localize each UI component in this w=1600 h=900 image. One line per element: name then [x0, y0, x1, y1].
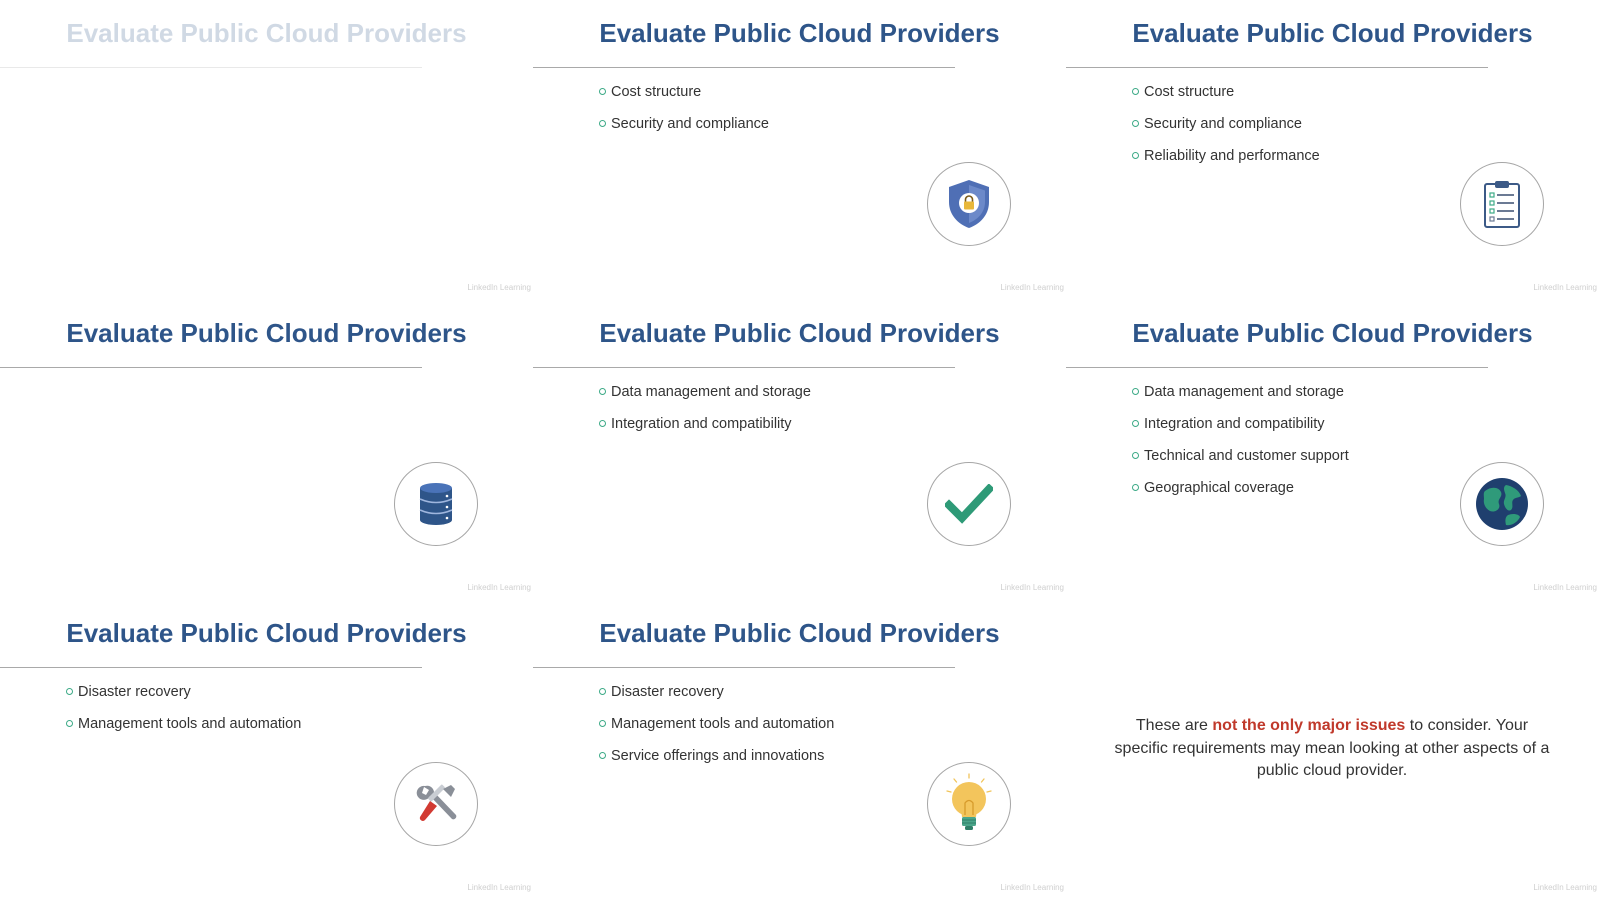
- closing-text-before: These are: [1135, 717, 1213, 734]
- bullet-item: Security and compliance: [599, 114, 769, 146]
- tools-icon: [394, 762, 478, 846]
- database-icon: [394, 462, 478, 546]
- slide-panel-6[interactable]: Evaluate Public Cloud Providers Data man…: [1066, 300, 1599, 600]
- bullet-list: Disaster recovery Management tools and a…: [66, 682, 301, 746]
- slide-title: Evaluate Public Cloud Providers: [599, 618, 1000, 648]
- slide-panel-5[interactable]: Evaluate Public Cloud Providers Data man…: [533, 300, 1066, 600]
- slide-title: Evaluate Public Cloud Providers: [599, 18, 1000, 48]
- title-divider: [533, 67, 955, 68]
- closing-highlight: not the only major issues: [1212, 717, 1406, 734]
- bullet-item: Disaster recovery: [599, 682, 834, 714]
- title-divider: [533, 667, 955, 668]
- slide-title: Evaluate Public Cloud Providers: [1132, 318, 1533, 348]
- slide-panel-8[interactable]: Evaluate Public Cloud Providers Disaster…: [533, 600, 1066, 900]
- title-divider: [533, 367, 955, 368]
- watermark: LinkedIn Learning: [1000, 283, 1064, 292]
- bullet-list: Cost structure Security and compliance R…: [1132, 82, 1320, 178]
- shield-lock-icon: [927, 162, 1011, 246]
- slide-panel-7[interactable]: Evaluate Public Cloud Providers Disaster…: [0, 600, 533, 900]
- bullet-item: Security and compliance: [1132, 114, 1320, 146]
- title-divider: [1066, 67, 1488, 68]
- bullet-item: Data management and storage: [599, 382, 811, 414]
- bullet-item: Management tools and automation: [66, 714, 301, 746]
- bullet-item: Cost structure: [599, 82, 769, 114]
- slide-panel-3[interactable]: Evaluate Public Cloud Providers Cost str…: [1066, 0, 1599, 300]
- slide-title: Evaluate Public Cloud Providers: [66, 18, 467, 48]
- bullet-list: Data management and storage Integration …: [599, 382, 811, 446]
- bullet-item: Service offerings and innovations: [599, 746, 834, 778]
- watermark: LinkedIn Learning: [1000, 883, 1064, 892]
- watermark: LinkedIn Learning: [1533, 883, 1597, 892]
- bullet-item: Disaster recovery: [66, 682, 301, 714]
- watermark: LinkedIn Learning: [467, 583, 531, 592]
- slide-grid: Evaluate Public Cloud Providers LinkedIn…: [0, 0, 1600, 900]
- checkmark-icon: [927, 462, 1011, 546]
- slide-title: Evaluate Public Cloud Providers: [66, 618, 467, 648]
- slide-panel-2[interactable]: Evaluate Public Cloud Providers Cost str…: [533, 0, 1066, 300]
- watermark: LinkedIn Learning: [467, 283, 531, 292]
- watermark: LinkedIn Learning: [467, 883, 531, 892]
- bullet-item: Technical and customer support: [1132, 446, 1349, 478]
- slide-panel-9[interactable]: These are not the only major issues to c…: [1066, 600, 1599, 900]
- slide-title: Evaluate Public Cloud Providers: [66, 318, 467, 348]
- lightbulb-icon: [927, 762, 1011, 846]
- title-divider: [0, 367, 422, 368]
- bullet-item: Data management and storage: [1132, 382, 1349, 414]
- bullet-item: Management tools and automation: [599, 714, 834, 746]
- closing-note: These are not the only major issues to c…: [1112, 715, 1552, 783]
- slide-title: Evaluate Public Cloud Providers: [599, 318, 1000, 348]
- slide-panel-1[interactable]: Evaluate Public Cloud Providers LinkedIn…: [0, 0, 533, 300]
- bullet-list: Disaster recovery Management tools and a…: [599, 682, 834, 778]
- slide-title: Evaluate Public Cloud Providers: [1132, 18, 1533, 48]
- watermark: LinkedIn Learning: [1000, 583, 1064, 592]
- clipboard-checklist-icon: [1460, 162, 1544, 246]
- title-divider: [1066, 367, 1488, 368]
- bullet-item: Geographical coverage: [1132, 478, 1349, 510]
- bullet-list: Data management and storage Integration …: [1132, 382, 1349, 510]
- globe-icon: [1460, 462, 1544, 546]
- watermark: LinkedIn Learning: [1533, 583, 1597, 592]
- bullet-item: Cost structure: [1132, 82, 1320, 114]
- slide-panel-4[interactable]: Evaluate Public Cloud Providers LinkedIn…: [0, 300, 533, 600]
- bullet-item: Integration and compatibility: [599, 414, 811, 446]
- bullet-list: Cost structure Security and compliance: [599, 82, 769, 146]
- title-divider: [0, 667, 422, 668]
- title-divider: [0, 67, 422, 68]
- watermark: LinkedIn Learning: [1533, 283, 1597, 292]
- bullet-item: Integration and compatibility: [1132, 414, 1349, 446]
- bullet-item: Reliability and performance: [1132, 146, 1320, 178]
